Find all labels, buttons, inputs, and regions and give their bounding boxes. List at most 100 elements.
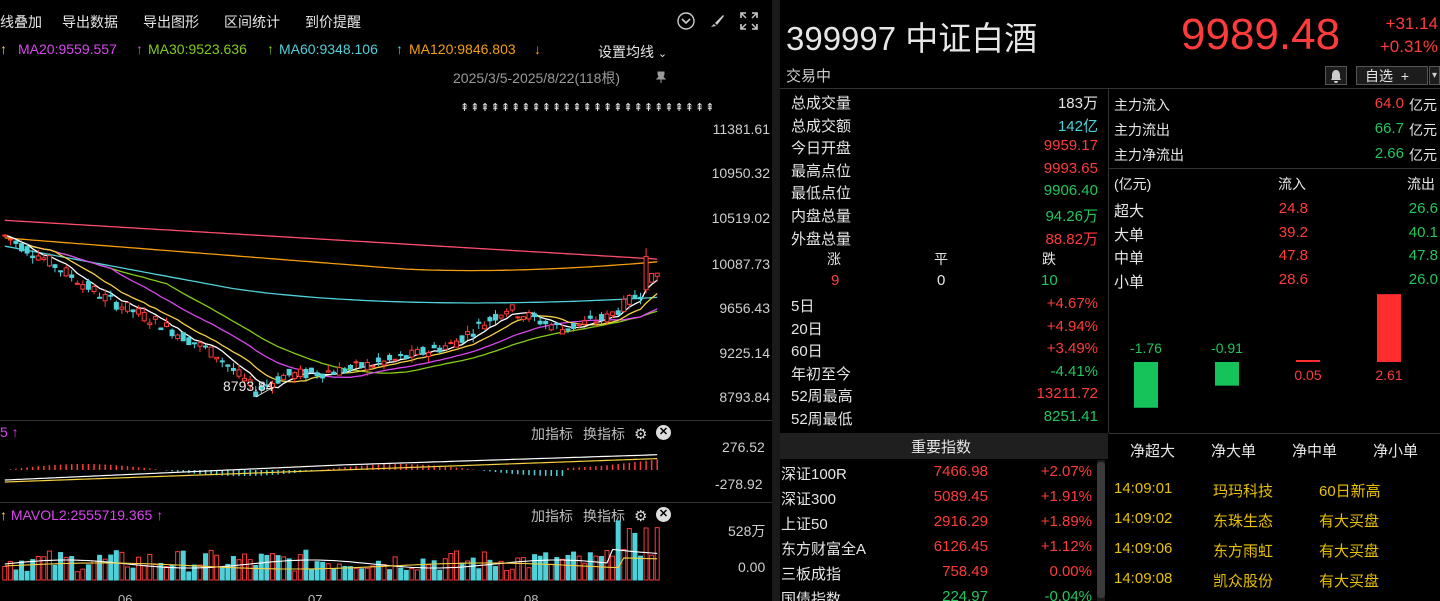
- candle-body: [621, 298, 627, 312]
- export-chart-button[interactable]: 导出图形: [143, 12, 199, 32]
- volume-bar: [303, 549, 309, 581]
- volume-bar: [403, 569, 409, 581]
- flow-row-in: 47.8: [1278, 247, 1308, 264]
- macd-label: 5 ↑: [0, 424, 19, 440]
- candle-body: [559, 329, 565, 335]
- stat-label: 最高点位: [791, 162, 852, 180]
- volume-bar: [353, 567, 359, 581]
- alert-stock[interactable]: 东方雨虹: [1213, 540, 1273, 561]
- period-value: 13211.72: [1036, 385, 1098, 403]
- dea-line: [4, 458, 658, 483]
- index-name[interactable]: 三板成指: [781, 563, 841, 584]
- candle-body: [409, 349, 415, 358]
- ma10-arrow: ↑: [0, 41, 7, 57]
- candle-body: [275, 376, 281, 384]
- kline-chart[interactable]: [0, 90, 680, 420]
- alert-stock[interactable]: 凯众股份: [1213, 570, 1273, 591]
- index-name[interactable]: 上证50: [781, 513, 828, 534]
- period-value: +3.49%: [1046, 340, 1098, 358]
- ma-line: [4, 234, 658, 389]
- candle-body: [58, 270, 64, 273]
- net-flow-bar-value: -1.76: [1130, 340, 1162, 356]
- candle-body: [370, 365, 376, 368]
- period-label: 20日: [791, 320, 823, 338]
- volume-bar: [509, 568, 515, 581]
- pin-icon[interactable]: [654, 70, 668, 84]
- watchlist-dropdown-icon[interactable]: ▾: [1429, 66, 1440, 85]
- volume-bar: [621, 548, 627, 581]
- volume-bar: [292, 570, 298, 581]
- volume-bar: [610, 555, 616, 581]
- index-price: 224.97: [942, 588, 988, 601]
- ma-settings-button[interactable]: 设置均线 ⌄: [598, 42, 667, 62]
- candle-body: [136, 308, 142, 315]
- volume-bar: [593, 555, 599, 581]
- stat-label: 最低点位: [791, 185, 852, 203]
- flow-header-in: 流入: [1278, 176, 1306, 192]
- add-watchlist-button[interactable]: 自选 +: [1356, 66, 1428, 85]
- indices-scrollbar[interactable]: [1097, 460, 1105, 601]
- candle-body: [598, 314, 604, 321]
- flow-row-out: 26.0: [1408, 270, 1438, 288]
- volume-bar: [186, 571, 192, 581]
- stat-value: 183万: [1057, 95, 1098, 112]
- candle-body: [442, 345, 448, 350]
- alert-time: 14:09:02: [1114, 510, 1173, 527]
- volume-bar: [13, 569, 19, 581]
- range-stats-button[interactable]: 区间统计: [224, 12, 280, 32]
- index-name[interactable]: 国债指数: [781, 588, 841, 601]
- net-flow-bar-value: -0.91: [1211, 340, 1243, 356]
- volume-bar: [242, 553, 248, 581]
- alert-stock[interactable]: 玛玛科技: [1213, 480, 1273, 501]
- candle-body: [69, 274, 75, 278]
- ma-line: [4, 219, 658, 260]
- candle-body: [537, 320, 543, 325]
- index-price: 2916.29: [933, 513, 988, 530]
- price-alert-button[interactable]: 到价提醒: [305, 12, 361, 32]
- candle-body: [576, 323, 582, 326]
- volume-bar: [426, 564, 432, 581]
- candle-body: [91, 286, 97, 292]
- volume-chart[interactable]: [0, 520, 680, 582]
- volume-bar: [24, 570, 30, 581]
- alert-time: 14:09:01: [1114, 480, 1173, 497]
- volume-bar: [325, 563, 331, 581]
- candle-body: [2, 234, 8, 237]
- macd-close-icon[interactable]: ✕: [656, 425, 671, 440]
- volume-bar: [147, 553, 153, 581]
- index-name[interactable]: 深证100R: [781, 463, 847, 484]
- bell-icon[interactable]: [1325, 66, 1347, 85]
- volume-bar: [113, 550, 119, 581]
- flat-count: 0: [937, 272, 946, 289]
- volume-bar: [52, 564, 58, 581]
- ma30-arrow: ↑: [267, 41, 274, 57]
- candle-body: [7, 238, 13, 241]
- export-data-button[interactable]: 导出数据: [62, 12, 118, 32]
- index-name[interactable]: 东方财富全A: [781, 538, 866, 559]
- candle-body: [498, 314, 504, 319]
- down-count: 10: [1041, 272, 1058, 289]
- volume-bar: [46, 550, 52, 581]
- candle-body: [230, 367, 236, 371]
- chart-scrollbar[interactable]: [772, 0, 780, 601]
- candle-body: [359, 362, 365, 368]
- price-tick: 11381.61: [712, 121, 770, 137]
- overlay-button[interactable]: 线叠加: [0, 12, 42, 32]
- volume-bar: [119, 551, 125, 581]
- volume-bar: [124, 566, 130, 581]
- stat-value: 9959.17: [1043, 137, 1098, 155]
- index-price: 6126.45: [933, 538, 988, 555]
- candle-body: [515, 316, 521, 319]
- net-outflow-unit: 亿元: [1409, 147, 1437, 163]
- period-value: 8251.41: [1043, 408, 1098, 425]
- macd-chart[interactable]: [0, 440, 680, 500]
- stat-value: 88.82万: [1045, 230, 1098, 248]
- alert-stock[interactable]: 东珠生态: [1213, 510, 1273, 531]
- net-flow-bar-chart: -1.76 -0.91 0.05 2.61: [1130, 294, 1403, 408]
- index-name[interactable]: 深证300: [781, 488, 836, 509]
- candle-body: [164, 322, 169, 328]
- up-count: 9: [831, 272, 840, 289]
- period-label: 年初至今: [791, 365, 852, 383]
- volume-bar: [269, 553, 275, 581]
- volume-bar: [532, 554, 538, 581]
